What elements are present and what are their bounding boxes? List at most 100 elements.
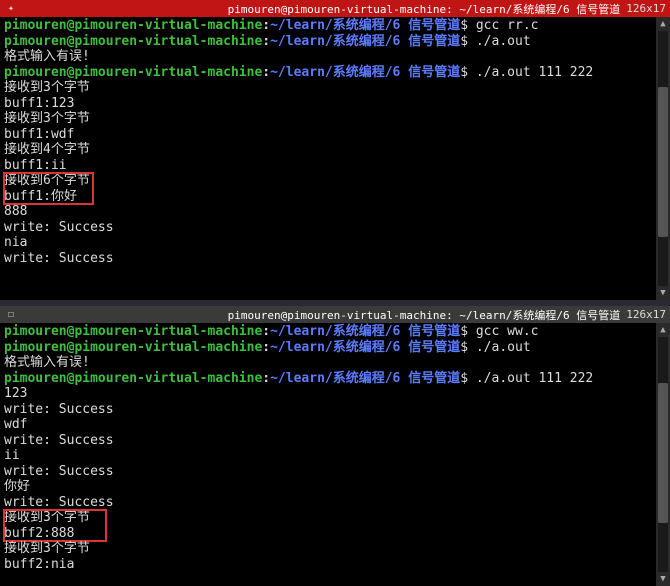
titlebar-1[interactable]: ✦ pimouren@pimouren-virtual-machine: ~/l… (0, 0, 670, 17)
scroll-up-icon[interactable]: ▲ (656, 17, 670, 31)
titlebar-title-1: pimouren@pimouren-virtual-machine: ~/lea… (228, 1, 621, 17)
output-text: 接收到3个字节 (4, 111, 90, 127)
output-line: 接收到3个字节 (4, 111, 666, 127)
scrollbar-1[interactable]: ▲ ▼ (656, 17, 670, 300)
window-icon: ☐ (6, 310, 16, 320)
output-line: 格式输入有误! (4, 49, 666, 65)
prompt-path: ~/learn/系统编程/6 信号管道 (270, 18, 460, 34)
prompt-dollar: $ (460, 65, 476, 81)
output-line: nia (4, 235, 666, 251)
scroll-up-icon[interactable]: ▲ (656, 323, 670, 337)
highlight-box: 接收到3个字节buff2:888 (4, 510, 106, 541)
prompt-colon: : (262, 340, 270, 356)
output-line: write: Success (4, 402, 666, 418)
terminal-body-1[interactable]: pimouren@pimouren-virtual-machine:~/lear… (0, 17, 670, 268)
output-text: ii (4, 448, 20, 464)
output-text: 接收到3个字节 (4, 541, 90, 557)
output-line: write: Success (4, 251, 666, 267)
output-text: 接收到3个字节 (4, 80, 90, 96)
output-line: buff1:123 (4, 96, 666, 112)
output-text: 接收到4个字节 (4, 142, 90, 158)
output-text: nia (4, 235, 27, 251)
output-text: buff2:nia (4, 557, 74, 573)
prompt-line: pimouren@pimouren-virtual-machine:~/lear… (4, 65, 666, 81)
prompt-line: pimouren@pimouren-virtual-machine:~/lear… (4, 18, 666, 34)
prompt-path: ~/learn/系统编程/6 信号管道 (270, 65, 460, 81)
output-text: 接收到3个字节 (4, 510, 90, 526)
prompt-path: ~/learn/系统编程/6 信号管道 (270, 34, 460, 50)
output-line: write: Success (4, 464, 666, 480)
prompt-line: pimouren@pimouren-virtual-machine:~/lear… (4, 371, 666, 387)
output-text: buff1:wdf (4, 127, 74, 143)
scroll-down-icon[interactable]: ▼ (656, 286, 670, 300)
output-line: 你好 (4, 479, 666, 495)
scrollbar-2[interactable]: ▲ ▼ (656, 323, 670, 586)
output-text: write: Success (4, 402, 114, 418)
terminal-pane-1: ✦ pimouren@pimouren-virtual-machine: ~/l… (0, 0, 670, 300)
prompt-user-host: pimouren@pimouren-virtual-machine (4, 340, 262, 356)
output-text: 格式输入有误! (4, 355, 90, 371)
output-text: 888 (4, 204, 27, 220)
prompt-path: ~/learn/系统编程/6 信号管道 (270, 324, 460, 340)
output-line: 123 (4, 386, 666, 402)
output-line: 格式输入有误! (4, 355, 666, 371)
output-text: write: Success (4, 433, 114, 449)
output-text: buff1:ii (4, 158, 67, 174)
highlight-box: 接收到6个字节buff1:你好 (4, 173, 93, 204)
output-text: buff2:888 (4, 526, 106, 542)
prompt-colon: : (262, 18, 270, 34)
output-line: buff1:你好 (4, 189, 93, 205)
output-text: write: Success (4, 464, 114, 480)
prompt-colon: : (262, 34, 270, 50)
output-text: 接收到6个字节 (4, 173, 90, 189)
prompt-colon: : (262, 65, 270, 81)
terminal-body-2[interactable]: pimouren@pimouren-virtual-machine:~/lear… (0, 323, 670, 574)
prompt-colon: : (262, 324, 270, 340)
prompt-user-host: pimouren@pimouren-virtual-machine (4, 65, 262, 81)
command-text: gcc rr.c (476, 18, 539, 34)
prompt-dollar: $ (460, 340, 476, 356)
prompt-user-host: pimouren@pimouren-virtual-machine (4, 371, 262, 387)
output-text: write: Success (4, 220, 114, 236)
output-text: write: Success (4, 251, 114, 267)
output-line: write: Success (4, 495, 666, 511)
output-text: buff1:你好 (4, 189, 93, 205)
output-line: 接收到4个字节 (4, 142, 666, 158)
prompt-dollar: $ (460, 34, 476, 50)
prompt-dollar: $ (460, 371, 476, 387)
prompt-line: pimouren@pimouren-virtual-machine:~/lear… (4, 34, 666, 50)
prompt-line: pimouren@pimouren-virtual-machine:~/lear… (4, 340, 666, 356)
prompt-user-host: pimouren@pimouren-virtual-machine (4, 34, 262, 50)
output-text: 格式输入有误! (4, 49, 90, 65)
scroll-down-icon[interactable]: ▼ (656, 572, 670, 586)
output-line: buff1:ii (4, 158, 666, 174)
output-line: 888 (4, 204, 666, 220)
scroll-thumb[interactable] (658, 383, 668, 523)
output-text: write: Success (4, 495, 114, 511)
output-line: ii (4, 448, 666, 464)
output-line: 接收到3个字节 (4, 541, 666, 557)
prompt-dollar: $ (460, 324, 476, 340)
titlebar-2[interactable]: ☐ pimouren@pimouren-virtual-machine: ~/l… (0, 306, 670, 323)
output-line: 接收到6个字节 (4, 173, 93, 189)
titlebar-dims-2: 126x17 (626, 308, 666, 321)
output-line: write: Success (4, 433, 666, 449)
prompt-colon: : (262, 371, 270, 387)
command-text: ./a.out 111 222 (476, 371, 593, 387)
terminal-pane-2: ☐ pimouren@pimouren-virtual-machine: ~/l… (0, 306, 670, 586)
output-text: buff1:123 (4, 96, 74, 112)
output-line: buff2:888 (4, 526, 106, 542)
command-text: ./a.out (476, 340, 531, 356)
prompt-path: ~/learn/系统编程/6 信号管道 (270, 371, 460, 387)
scroll-thumb[interactable] (658, 87, 668, 237)
output-line: 接收到3个字节 (4, 510, 106, 526)
output-text: 你好 (4, 479, 30, 495)
output-line: write: Success (4, 220, 666, 236)
command-text: gcc ww.c (476, 324, 539, 340)
output-line: wdf (4, 417, 666, 433)
titlebar-title-2: pimouren@pimouren-virtual-machine: ~/lea… (228, 307, 621, 323)
prompt-line: pimouren@pimouren-virtual-machine:~/lear… (4, 324, 666, 340)
command-text: ./a.out 111 222 (476, 65, 593, 81)
titlebar-dims-1: 126x17 (626, 2, 666, 15)
prompt-user-host: pimouren@pimouren-virtual-machine (4, 18, 262, 34)
